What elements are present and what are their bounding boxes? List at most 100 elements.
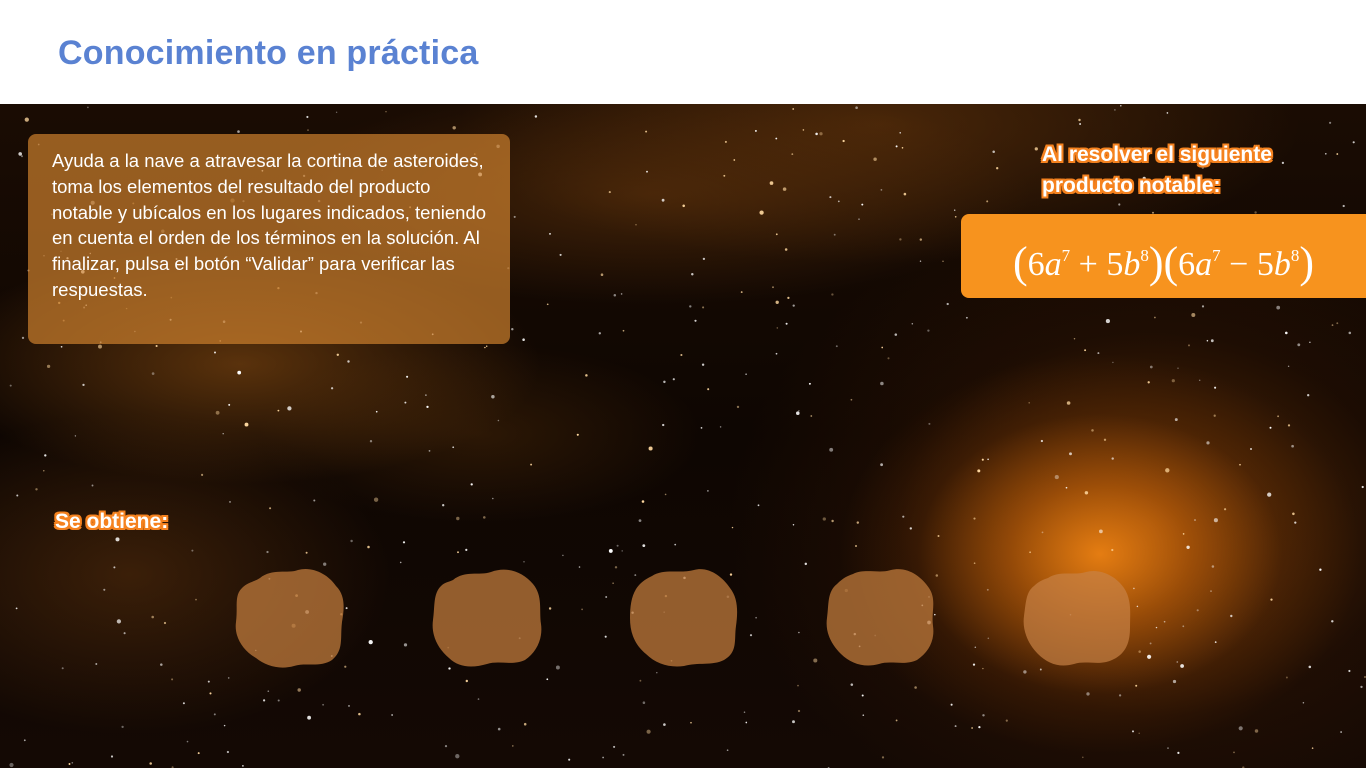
star [391, 714, 393, 716]
star [1120, 104, 1122, 107]
star [895, 145, 898, 148]
star [986, 200, 989, 203]
star [491, 394, 495, 399]
star [972, 663, 976, 666]
asteroid-drop-zone-2[interactable] [429, 566, 545, 668]
star [662, 423, 665, 427]
star [115, 537, 120, 542]
star [1136, 605, 1139, 608]
factor-1-exp-1: 7 [1061, 246, 1071, 265]
star [635, 224, 637, 226]
star [229, 501, 231, 503]
star [608, 548, 613, 553]
star [581, 608, 583, 611]
star [1191, 313, 1196, 317]
star [110, 755, 114, 758]
star [1165, 468, 1170, 473]
star [731, 526, 734, 529]
asteroid-drop-zone-4[interactable] [823, 566, 939, 668]
star [724, 140, 727, 143]
star [664, 493, 667, 496]
star [1114, 109, 1116, 111]
star [1065, 486, 1068, 489]
star [242, 765, 244, 767]
star [987, 637, 990, 640]
star [191, 549, 194, 552]
star [1352, 141, 1355, 144]
star [1329, 121, 1332, 124]
asteroid-drop-zone-5[interactable] [1020, 566, 1136, 668]
star [829, 196, 832, 199]
star [350, 539, 353, 543]
star [444, 745, 448, 748]
star [297, 688, 301, 692]
star [954, 725, 957, 728]
star [792, 524, 795, 526]
star [367, 545, 370, 549]
star [35, 488, 38, 491]
star [385, 110, 387, 113]
star [222, 432, 224, 435]
prompt-label-line-2: producto notable: [1042, 174, 1221, 197]
star [1277, 415, 1279, 418]
star [973, 562, 976, 565]
star [954, 215, 957, 218]
star [237, 370, 242, 375]
star [661, 198, 665, 202]
star [946, 302, 949, 306]
star [457, 551, 459, 554]
star [1287, 424, 1291, 427]
star [121, 725, 124, 729]
star [477, 698, 480, 700]
asteroid-icon [630, 569, 738, 667]
star [775, 233, 778, 236]
star [831, 293, 834, 296]
star [1182, 625, 1185, 628]
star [723, 174, 726, 177]
result-label: Se obtiene: [55, 510, 169, 533]
star [689, 305, 692, 308]
star [1361, 485, 1364, 489]
star [1348, 669, 1351, 673]
star [701, 363, 705, 366]
star [621, 550, 623, 552]
factor-2-var-2: b [1273, 246, 1291, 283]
star [1285, 331, 1288, 335]
star [810, 415, 813, 417]
star [244, 422, 249, 427]
star [1132, 730, 1134, 733]
star [719, 426, 722, 428]
star [585, 374, 588, 377]
star [1005, 719, 1008, 722]
star [1214, 641, 1217, 643]
star [546, 678, 549, 681]
star [754, 129, 757, 132]
star [880, 463, 883, 467]
star [986, 588, 989, 591]
star [452, 446, 455, 449]
factor-1-operator: + [1078, 246, 1098, 283]
star [1069, 452, 1072, 456]
star [113, 566, 116, 569]
asteroid-icon [826, 569, 934, 666]
star [103, 588, 106, 591]
star [656, 671, 658, 674]
star [895, 719, 898, 722]
star [1172, 679, 1177, 684]
star [23, 739, 26, 742]
star [776, 327, 779, 329]
star [772, 286, 774, 289]
star [861, 694, 864, 697]
star [674, 543, 677, 546]
factor-2-operator: − [1229, 246, 1249, 283]
asteroid-drop-zone-3[interactable] [626, 566, 742, 668]
asteroid-drop-zone-1[interactable] [232, 566, 348, 668]
star [880, 381, 884, 386]
star [641, 500, 645, 503]
star [213, 713, 216, 716]
star [511, 745, 514, 747]
star [965, 316, 968, 319]
star [642, 701, 646, 704]
star [1041, 531, 1044, 534]
star [815, 132, 818, 136]
